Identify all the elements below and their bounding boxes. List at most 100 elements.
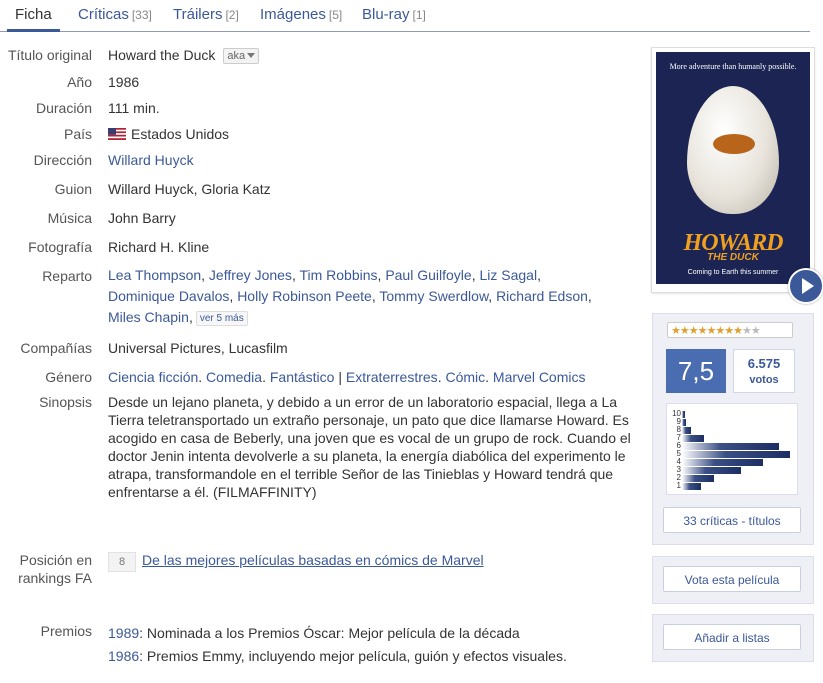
aka-label: aka — [227, 50, 246, 62]
value-companies: Universal Pictures, Lucasfilm — [108, 340, 288, 356]
tab-bar: Ficha Críticas [33] Tráilers [2] Imágenes[… — [0, 0, 810, 32]
cast-member-link[interactable]: Miles Chapin — [108, 309, 189, 325]
histogram-row: 5 — [669, 450, 790, 458]
tab-label: Imágenes — [260, 6, 326, 23]
histogram-bar — [682, 450, 790, 458]
cast-member-link[interactable]: Tim Robbins — [299, 267, 377, 283]
genre-link[interactable]: Comedia — [206, 369, 262, 385]
histogram-row: 7 — [669, 434, 704, 442]
tab-label: Ficha — [15, 6, 52, 23]
tab-label: Blu-ray — [362, 6, 410, 23]
label-year: Año — [67, 74, 92, 90]
label-writers: Guion — [54, 181, 92, 197]
histogram-bar — [682, 482, 702, 490]
star-icon[interactable]: ★ — [715, 325, 725, 337]
tab-count: [2] — [225, 8, 239, 22]
chevron-down-icon — [247, 53, 256, 58]
awards-list: 1989: Nominada a los Premios Óscar: Mejo… — [108, 622, 638, 668]
label-country: País — [63, 126, 92, 142]
genre-link[interactable]: Marvel Comics — [493, 369, 586, 385]
tab-count: [5] — [328, 8, 343, 22]
histogram-row: 4 — [669, 458, 763, 466]
poster-tagline: More adventure than humanly possible. — [669, 62, 797, 71]
duck-illustration — [713, 134, 755, 154]
award-item: 1986: Premios Emmy, incluyendo mejor pel… — [108, 645, 638, 668]
genre-link[interactable]: Fantástico — [270, 369, 335, 385]
movie-poster: More adventure than humanly possible. HO… — [656, 52, 810, 284]
label-genres: Género — [45, 369, 92, 385]
director-link[interactable]: Willard Huyck — [108, 152, 194, 168]
label-director: Dirección — [33, 152, 92, 168]
histogram-bar — [682, 418, 687, 426]
tab-bluray[interactable]: Blu-ray [1] — [362, 6, 426, 23]
vote-count-number: 6.575 — [747, 356, 781, 371]
histogram-label: 1 — [676, 481, 681, 490]
play-trailer-button[interactable] — [788, 268, 823, 304]
add-to-list-button[interactable]: Añadir a listas — [663, 624, 801, 650]
vote-count-label: votos — [749, 374, 779, 386]
star-icon[interactable]: ★ — [689, 325, 699, 337]
value-duration: 111 min. — [108, 100, 160, 116]
label-synopsis: Sinopsis — [39, 394, 92, 410]
reviews-button[interactable]: 33 críticas - títulos — [663, 507, 801, 533]
cast-more-button[interactable]: ver 5 más — [195, 311, 248, 326]
value-rankings: 8 De las mejores películas basadas en cóm… — [108, 551, 638, 572]
cast-member-link[interactable]: Tommy Swerdlow — [379, 288, 488, 304]
label-original-title: Título original — [7, 47, 92, 63]
histogram-bar — [682, 426, 691, 434]
value-writers: Willard Huyck, Gloria Katz — [108, 181, 271, 197]
average-score: 7,5 — [666, 349, 726, 393]
star-icon[interactable]: ★ — [698, 325, 708, 337]
value-original-title: Howard the Duck aka — [108, 46, 638, 64]
star-icon[interactable]: ★ — [680, 325, 690, 337]
star-rating[interactable]: ★★★★★★★★★★ — [667, 322, 793, 338]
cast-member-link[interactable]: Richard Edson — [496, 288, 588, 304]
genre-link[interactable]: Extraterrestres — [346, 369, 438, 385]
tab-label: Tráilers — [173, 6, 223, 23]
award-text: : Nominada a los Premios Óscar: Mejor pe… — [139, 625, 520, 641]
cast-member-link[interactable]: Jeffrey Jones — [209, 267, 292, 283]
cast-member-link[interactable]: Lea Thompson — [108, 267, 201, 283]
poster-coming: Coming to Earth this summer — [687, 269, 779, 276]
us-flag-icon — [108, 128, 126, 140]
star-icon[interactable]: ★ — [751, 325, 761, 337]
cast-member-link[interactable]: Dominique Davalos — [108, 288, 229, 304]
tab-count: [1] — [412, 8, 426, 22]
histogram-bar — [682, 458, 763, 466]
tab-imagenes[interactable]: Imágenes [5] — [260, 6, 342, 23]
award-year-link[interactable]: 1989 — [108, 625, 139, 641]
aka-dropdown[interactable]: aka — [223, 48, 260, 64]
star-icon[interactable]: ★ — [733, 325, 743, 337]
histogram-bar — [682, 434, 704, 442]
star-icon[interactable]: ★ — [671, 325, 681, 337]
cast-member-link[interactable]: Paul Guilfoyle — [385, 267, 471, 283]
genre-link[interactable]: Cómic — [445, 369, 485, 385]
label-music: Música — [47, 210, 92, 226]
value-photography: Richard H. Kline — [108, 239, 210, 255]
ranking-position-badge: 8 — [108, 552, 136, 572]
country-name: Estados Unidos — [131, 126, 230, 142]
award-text: : Premios Emmy, incluyendo mejor películ… — [139, 648, 567, 664]
original-title: Howard the Duck — [108, 47, 216, 63]
star-icon[interactable]: ★ — [742, 325, 752, 337]
cast-member-link[interactable]: Liz Sagal — [479, 267, 537, 283]
histogram-row: 2 — [669, 474, 715, 482]
genre-link[interactable]: Ciencia ficción — [108, 369, 198, 385]
tab-ficha[interactable]: Ficha — [7, 6, 60, 32]
tab-trailers[interactable]: Tráilers [2] — [173, 6, 239, 23]
rating-histogram: 10 9 8 7 6 5 4 3 2 1 — [666, 403, 798, 495]
tab-criticas[interactable]: Críticas [33] — [78, 6, 152, 23]
cast-member-link[interactable]: Holly Robinson Peete — [237, 288, 372, 304]
histogram-bar — [682, 466, 742, 474]
award-year-link[interactable]: 1986 — [108, 648, 139, 664]
histogram-bar — [682, 410, 686, 418]
value-country: Estados Unidos — [108, 125, 638, 143]
histogram-bar — [682, 474, 715, 482]
poster-subtitle: THE DUCK — [707, 252, 759, 263]
ranking-link[interactable]: De las mejores películas basadas en cómi… — [142, 552, 484, 568]
poster-card[interactable]: More adventure than humanly possible. HO… — [651, 47, 815, 293]
label-photography: Fotografía — [28, 239, 92, 255]
star-icon[interactable]: ★ — [724, 325, 734, 337]
label-cast: Reparto — [42, 268, 92, 284]
vote-button[interactable]: Vota esta película — [663, 566, 801, 592]
